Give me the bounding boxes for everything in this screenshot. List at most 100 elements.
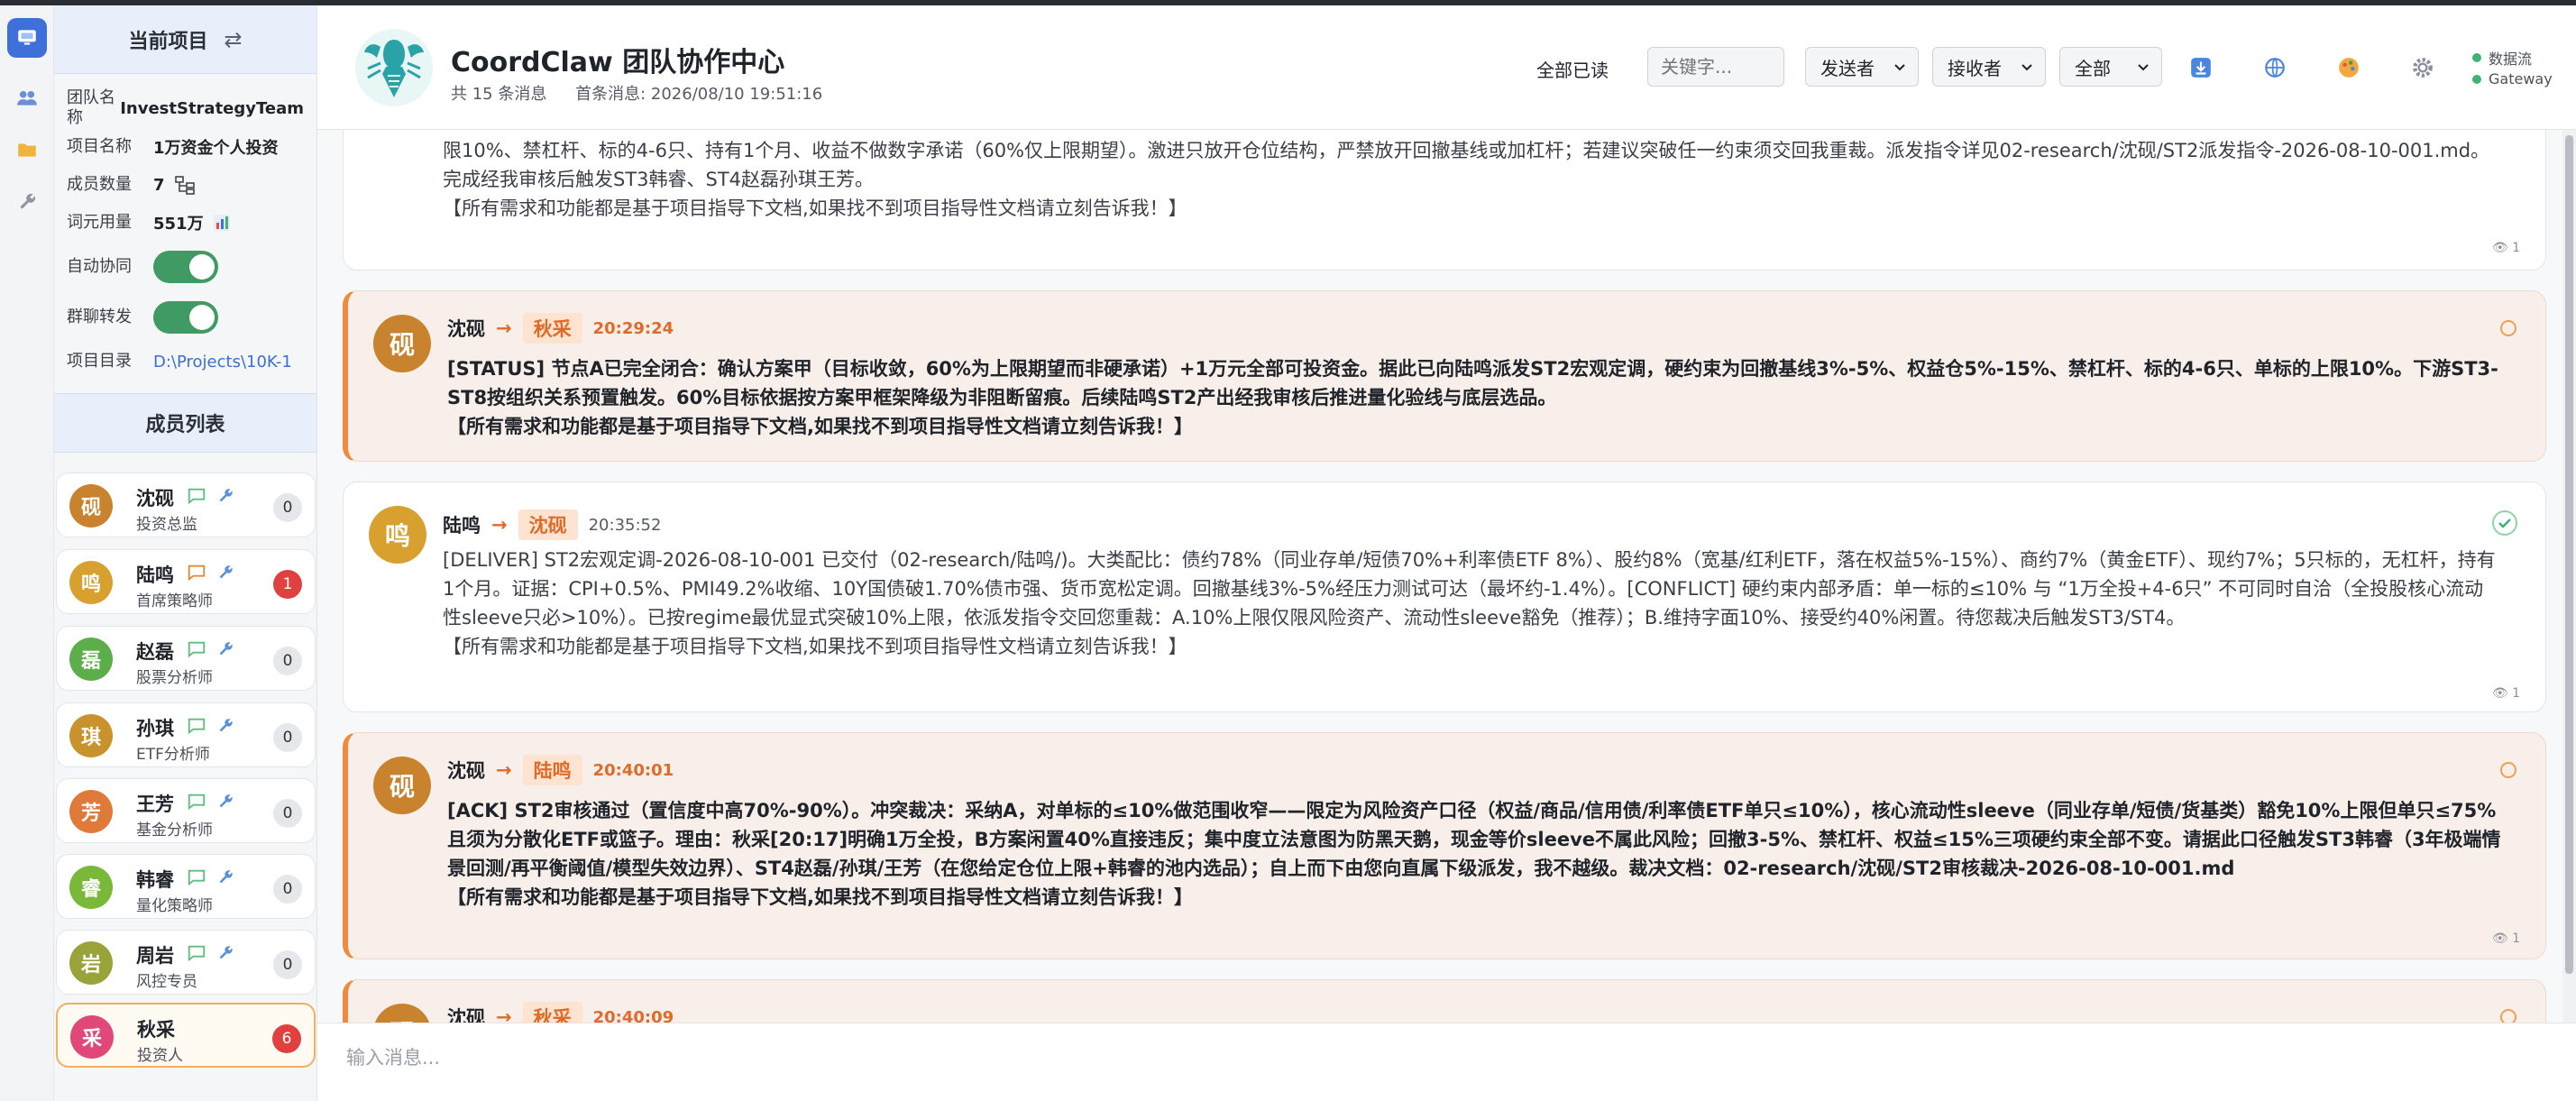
- message-card[interactable]: 限10%、禁杠杆、标的4-6只、持有1个月、收益不做数字承诺（60%仅上限期望）…: [343, 130, 2546, 271]
- avatar: 岩: [69, 941, 113, 985]
- chat-view-button[interactable]: [7, 18, 47, 58]
- message-body: [STATUS] 节点A已完全闭合：确认方案甲（目标收敛，60%为上限期望而非硬…: [447, 358, 2498, 437]
- chevron-down-icon: [2021, 64, 2032, 71]
- member-role: 投资总监: [136, 516, 197, 534]
- message-input[interactable]: [335, 1034, 2553, 1090]
- org-chart-icon[interactable]: [174, 175, 196, 195]
- sender-filter-value: 发送者: [1820, 57, 1875, 79]
- read-count: 👁 1: [2491, 931, 2520, 946]
- message-card[interactable]: 鸣 陆鸣 → 沈砚 20:35:52 [DELIVER] ST2宏观定调-202…: [343, 482, 2546, 712]
- team-view-button[interactable]: [7, 78, 47, 117]
- type-filter-select[interactable]: 全部: [2059, 47, 2162, 87]
- files-view-button[interactable]: [7, 130, 47, 170]
- check-circle-icon[interactable]: [2491, 509, 2518, 537]
- member-role: 风控专员: [136, 973, 197, 991]
- download-icon[interactable]: [2189, 56, 2213, 79]
- read-count-value: 1: [2512, 931, 2520, 946]
- wrench-icon[interactable]: [215, 563, 235, 583]
- avatar: 砚: [373, 315, 431, 372]
- auto-coordination-row: 自动协同: [67, 242, 304, 292]
- member-item[interactable]: 鸣 陆鸣 首席策略师 1: [56, 549, 316, 614]
- chat-bubble-icon[interactable]: [187, 716, 206, 736]
- message-meta: 沈砚 → 陆鸣 20:40:01: [447, 755, 674, 785]
- member-name: 赵磊: [136, 641, 174, 663]
- unread-circle-icon[interactable]: [2498, 760, 2518, 780]
- wrench-icon[interactable]: [215, 867, 235, 887]
- message-card[interactable]: 砚 沈砚 → 秋采 20:29:24 [STATUS] 节点A已完全闭合：确认方…: [343, 290, 2546, 462]
- message-time: 20:29:24: [592, 318, 674, 338]
- avatar: 睿: [69, 866, 113, 909]
- wrench-icon[interactable]: [215, 486, 235, 506]
- chat-bubble-icon[interactable]: [187, 792, 206, 812]
- team-name-label: 团队名称: [67, 88, 115, 127]
- avatar: 鸣: [69, 561, 113, 604]
- gear-icon[interactable]: [2411, 56, 2434, 79]
- message-body: [ACK] ST2审核通过（置信度中高70%-90%）。冲突裁决：采纳A，对单标…: [447, 800, 2501, 908]
- member-item[interactable]: 睿 韩睿 量化策略师 0: [56, 854, 316, 919]
- message-card[interactable]: 砚 沈砚 → 陆鸣 20:40:01 [ACK] ST2审核通过（置信度中高70…: [343, 732, 2546, 959]
- member-name: 周岩: [136, 945, 174, 967]
- message-composer: [317, 1023, 2576, 1101]
- globe-icon[interactable]: [2263, 56, 2287, 79]
- unread-badge: 6: [272, 1024, 301, 1053]
- message-time: 20:40:09: [592, 1007, 674, 1023]
- chat-bubble-icon[interactable]: [187, 867, 206, 887]
- first-message-time: 首条消息: 2026/08/10 19:51:16: [575, 85, 823, 104]
- switch-project-icon[interactable]: ⇄: [224, 27, 242, 52]
- project-name-label: 项目名称: [67, 137, 132, 156]
- message-card[interactable]: 砚 沈砚 → 秋采 20:40:09: [343, 979, 2546, 1023]
- tools-view-button[interactable]: [7, 182, 47, 222]
- keyword-search-input[interactable]: [1647, 47, 1784, 87]
- member-item[interactable]: 芳 王芳 基金分析师 0: [56, 778, 316, 843]
- status-dot: [2472, 53, 2481, 62]
- token-usage-row: 词元用量 551万: [67, 204, 304, 242]
- chat-bubble-icon[interactable]: [187, 639, 206, 659]
- mark-all-read-button[interactable]: 全部已读: [1536, 56, 1609, 82]
- chat-bubble-icon[interactable]: [187, 943, 206, 963]
- chevron-down-icon: [2138, 64, 2149, 71]
- member-item[interactable]: 砚 沈砚 投资总监 0: [56, 473, 316, 537]
- read-count-value: 1: [2512, 241, 2520, 255]
- project-dir-link[interactable]: D:\Projects\10K-1: [153, 353, 292, 372]
- project-panel-header: 当前项目 ⇄: [54, 5, 316, 74]
- avatar: 采: [70, 1015, 114, 1059]
- member-role: 股票分析师: [136, 669, 213, 687]
- wrench-icon[interactable]: [215, 943, 235, 963]
- chat-bubble-icon[interactable]: [187, 486, 206, 506]
- group-forward-toggle[interactable]: [153, 301, 218, 334]
- member-item[interactable]: 岩 周岩 风控专员 0: [56, 930, 316, 995]
- wrench-icon[interactable]: [215, 792, 235, 812]
- message-body: 限10%、禁杠杆、标的4-6只、持有1个月、收益不做数字承诺（60%仅上限期望）…: [443, 140, 2490, 219]
- receiver-filter-value: 接收者: [1948, 57, 2002, 79]
- unread-circle-icon[interactable]: [2498, 1007, 2518, 1023]
- read-count: 👁 1: [2491, 686, 2520, 701]
- bar-chart-icon[interactable]: [213, 214, 231, 232]
- auto-coordination-toggle[interactable]: [153, 251, 218, 283]
- sender-filter-select[interactable]: 发送者: [1805, 47, 1919, 87]
- wrench-icon[interactable]: [215, 639, 235, 659]
- message-count: 共 15 条消息: [451, 85, 547, 104]
- receiver-filter-select[interactable]: 接收者: [1932, 47, 2046, 87]
- unread-badge: 0: [273, 875, 302, 904]
- wrench-icon[interactable]: [215, 716, 235, 736]
- member-item-selected[interactable]: 采 秋采 投资人 6: [56, 1003, 316, 1068]
- unread-badge: 1: [273, 570, 302, 599]
- avatar: 磊: [69, 638, 113, 681]
- users-icon: [17, 90, 37, 106]
- member-count-number: 7: [153, 175, 165, 195]
- receiver-tag: 陆鸣: [522, 755, 582, 785]
- read-count: 👁 1: [2491, 241, 2520, 255]
- unread-circle-icon[interactable]: [2498, 318, 2518, 338]
- token-usage-value: 551万: [153, 211, 231, 234]
- unread-badge: 0: [273, 493, 302, 522]
- auto-coordination-label: 自动协同: [67, 257, 132, 276]
- chevron-down-icon: [1894, 64, 1905, 71]
- palette-icon[interactable]: [2337, 56, 2361, 79]
- message-scrollbar-thumb[interactable]: [2565, 135, 2573, 974]
- sender-name: 陆鸣: [443, 515, 481, 537]
- member-item[interactable]: 磊 赵磊 股票分析师 0: [56, 626, 316, 691]
- token-usage-label: 词元用量: [67, 213, 132, 232]
- chat-bubble-icon[interactable]: [187, 563, 206, 583]
- member-item[interactable]: 琪 孙琪 ETF分析师 0: [56, 702, 316, 767]
- sender-name: 沈砚: [447, 1007, 485, 1023]
